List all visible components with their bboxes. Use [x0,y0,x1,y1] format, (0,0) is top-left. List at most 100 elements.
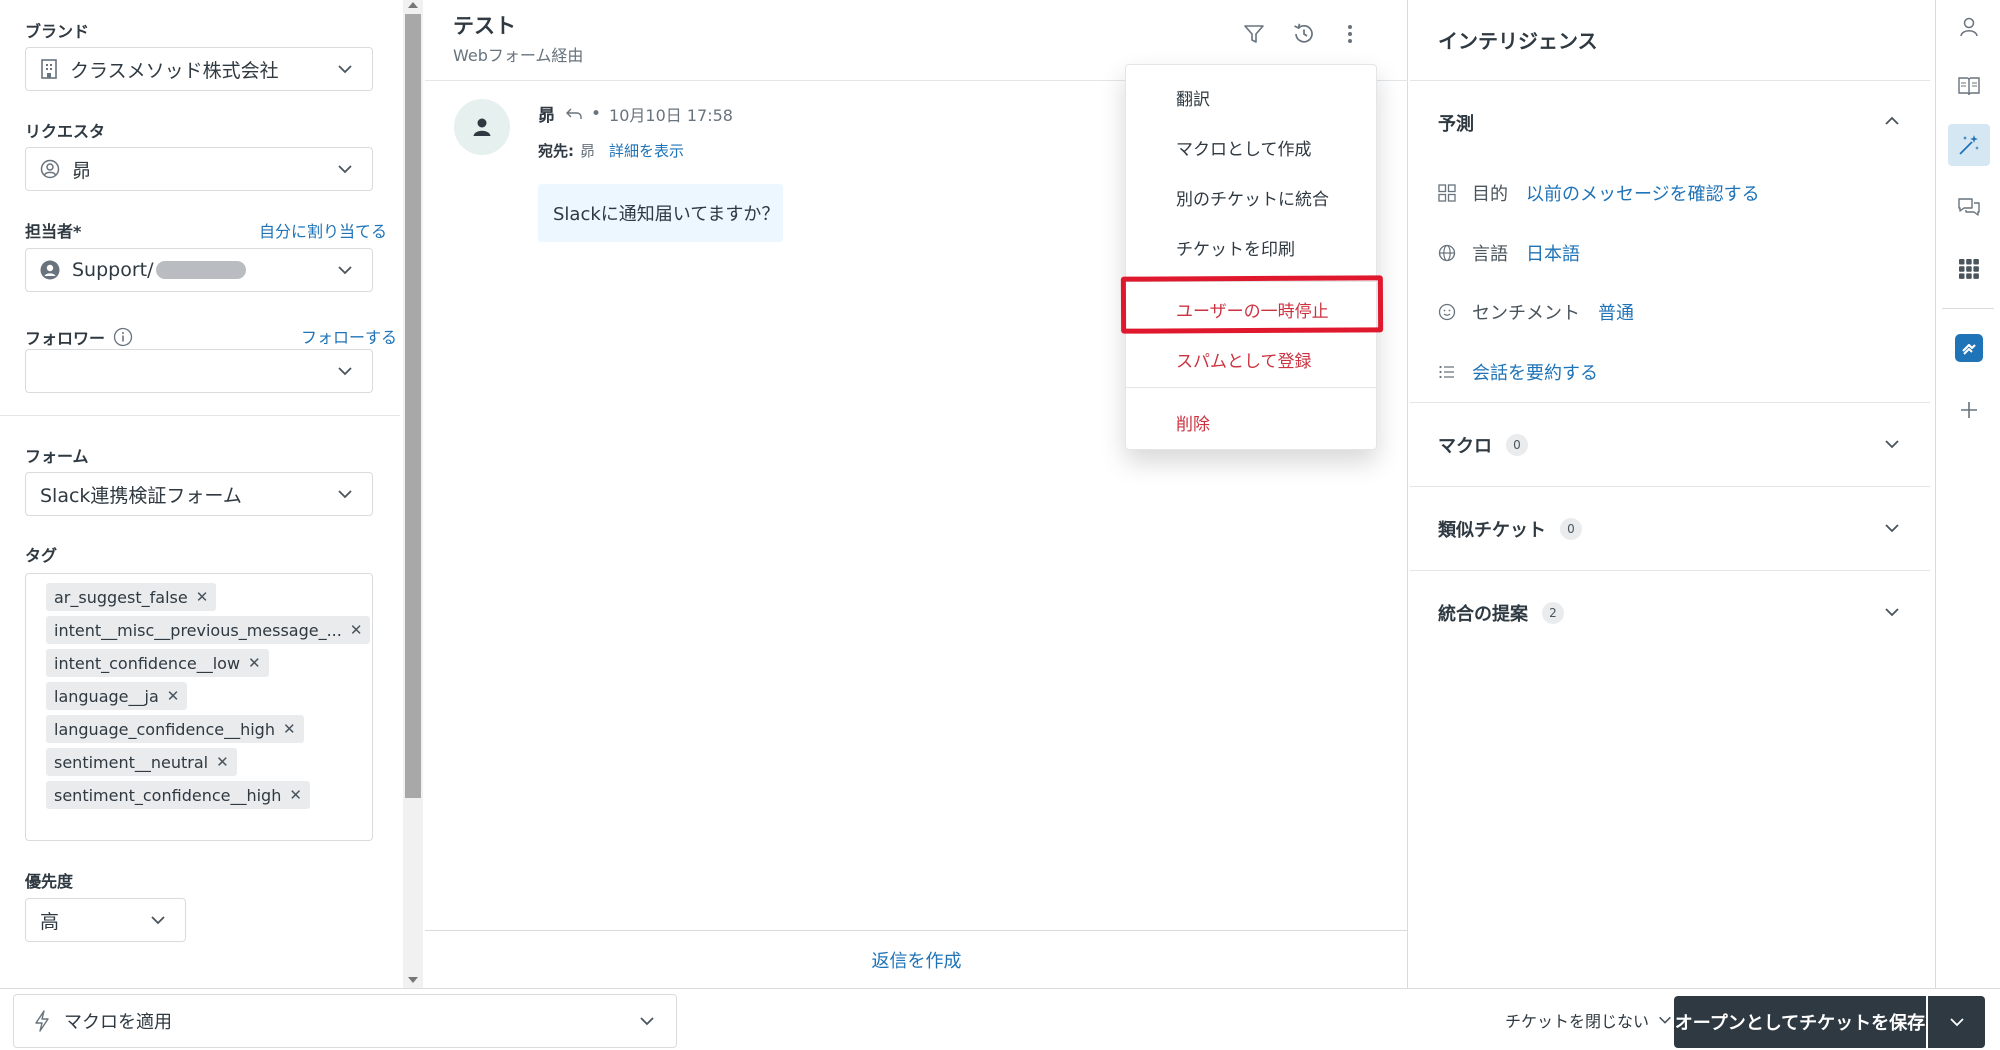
tags-input[interactable]: ar_suggest_false ✕ intent__misc__previous… [25,573,373,841]
close-option-dropdown[interactable]: チケットを閉じない [1505,1008,1673,1032]
tag-text: language__ja [54,686,159,706]
compose-reply-link[interactable]: 返信を作成 [872,947,962,973]
close-icon[interactable]: ✕ [167,687,180,705]
menu-item-print[interactable]: チケットを印刷 [1126,223,1376,271]
brand-select[interactable]: クラスメソッド株式会社 [25,47,373,91]
menu-item-delete[interactable]: 削除 [1126,398,1376,446]
message-author: 昴 [538,106,555,126]
similar-tickets-header[interactable]: 類似チケット 0 [1438,516,1582,542]
follow-link[interactable]: フォローする [301,324,397,348]
tag-chip: sentiment__neutral ✕ [46,748,372,781]
apply-macro-select[interactable]: マクロを適用 [13,994,677,1048]
close-icon[interactable]: ✕ [216,753,229,771]
save-ticket-button[interactable]: オープンとしてチケットを保存 [1674,996,1926,1048]
chevron-down-icon [336,261,354,279]
globe-icon [1438,244,1456,262]
requester-select[interactable]: 昴 [25,147,373,191]
plus-icon[interactable] [1954,395,1984,425]
chevron-up-icon[interactable] [1883,112,1901,134]
show-details-link[interactable]: 詳細を表示 [609,140,684,161]
list-icon [1438,363,1456,381]
chevron-down-icon[interactable] [1883,519,1901,541]
avatar[interactable] [454,99,510,155]
merge-suggestions-header[interactable]: 統合の提案 2 [1438,600,1564,626]
chevron-down-icon [336,362,354,380]
rail-divider [1942,308,1994,309]
left-scrollbar[interactable] [403,0,423,988]
filter-icon[interactable] [1242,22,1266,50]
language-value[interactable]: 日本語 [1526,240,1580,266]
tag-chip: language_confidence__high ✕ [46,715,372,748]
tag-text: language_confidence__high [54,719,275,739]
priority-select[interactable]: 高 [25,898,186,942]
followers-select[interactable] [25,349,373,393]
user-icon[interactable] [1954,12,1984,42]
assignee-select[interactable]: Support/ [25,248,373,292]
meta-bullet: • [591,103,602,124]
close-icon[interactable]: ✕ [196,588,209,606]
menu-item-translate[interactable]: 翻訳 [1126,73,1376,121]
chevron-down-icon[interactable] [1883,603,1901,625]
chevron-down-icon[interactable] [1883,435,1901,457]
assignee-label: 担当者* [25,222,82,241]
chevron-down-icon [1657,1012,1673,1028]
summarize-row[interactable]: 会話を要約する [1438,359,1598,385]
close-option-label: チケットを閉じない [1505,1012,1650,1031]
menu-item-merge[interactable]: 別のチケットに統合 [1126,173,1376,221]
close-icon[interactable]: ✕ [350,621,363,639]
reply-bar[interactable]: 返信を作成 [425,930,1408,988]
close-icon[interactable]: ✕ [289,786,302,804]
close-icon[interactable]: ✕ [248,654,261,672]
tag-chip: intent__misc__previous_message_... ✕ [46,616,372,649]
knowledge-book-icon[interactable] [1954,71,1984,101]
assignee-value: Support/ [72,259,154,281]
assign-self-link[interactable]: 自分に割り当てる [259,218,387,242]
tag-chip: intent_confidence__low ✕ [46,649,372,682]
apps-grid-icon[interactable] [1954,254,1984,284]
save-options-button[interactable] [1928,996,1985,1048]
menu-item-mark-spam[interactable]: スパムとして登録 [1126,335,1376,383]
chevron-down-icon [336,160,354,178]
info-icon[interactable] [113,327,133,347]
form-label: フォーム [25,447,89,466]
more-actions-menu: 翻訳 マクロとして作成 別のチケットに統合 チケットを印刷 ユーザーの一時停止 … [1125,64,1377,450]
intelligence-tab-active[interactable] [1948,124,1990,166]
chat-bubbles-icon[interactable] [1954,192,1984,222]
prediction-header[interactable]: 予測 [1438,110,1474,136]
tag-text: intent_confidence__low [54,653,241,673]
lightning-icon [34,1010,50,1032]
scroll-down-icon[interactable] [408,977,418,983]
language-label: 言語 [1472,244,1508,265]
sentiment-row: センチメント 普通 [1438,299,1634,325]
intent-value[interactable]: 以前のメッセージを確認する [1526,180,1760,206]
macros-header[interactable]: マクロ 0 [1438,432,1528,458]
section-divider [0,415,400,416]
intent-label: 目的 [1472,184,1508,205]
tags-label: タグ [25,546,58,565]
close-icon[interactable]: ✕ [283,720,296,738]
tag-text: sentiment__neutral [54,752,209,772]
followers-label: フォロワー [25,329,106,348]
scroll-thumb[interactable] [405,14,421,798]
ticket-title: テスト [453,14,516,38]
app-integration-icon[interactable] [1955,334,1983,362]
brand-value: クラスメソッド株式会社 [70,59,279,82]
ticket-channel: Webフォーム経由 [453,46,584,65]
user-avatar-icon [40,260,60,280]
brand-label: ブランド [25,22,90,41]
magic-wand-icon [1959,135,1979,155]
menu-item-create-macro[interactable]: マクロとして作成 [1126,123,1376,171]
smiley-icon [1438,303,1456,321]
left-panel: ブランド クラスメソッド株式会社 リクエスタ 昴 担当者* 自分に割り当てる S… [0,0,405,988]
tag-text: sentiment_confidence__high [54,785,282,805]
building-icon [40,59,58,79]
history-icon[interactable] [1291,21,1317,51]
more-vertical-icon[interactable] [1345,22,1355,50]
merge-title: 統合の提案 [1438,604,1528,625]
summarize-link[interactable]: 会話を要約する [1472,359,1598,385]
to-value: 昴 [580,142,596,160]
sentiment-value[interactable]: 普通 [1598,299,1634,325]
scroll-up-icon[interactable] [408,2,418,8]
form-select[interactable]: Slack連携検証フォーム [25,472,373,516]
language-row: 言語 日本語 [1438,240,1580,266]
